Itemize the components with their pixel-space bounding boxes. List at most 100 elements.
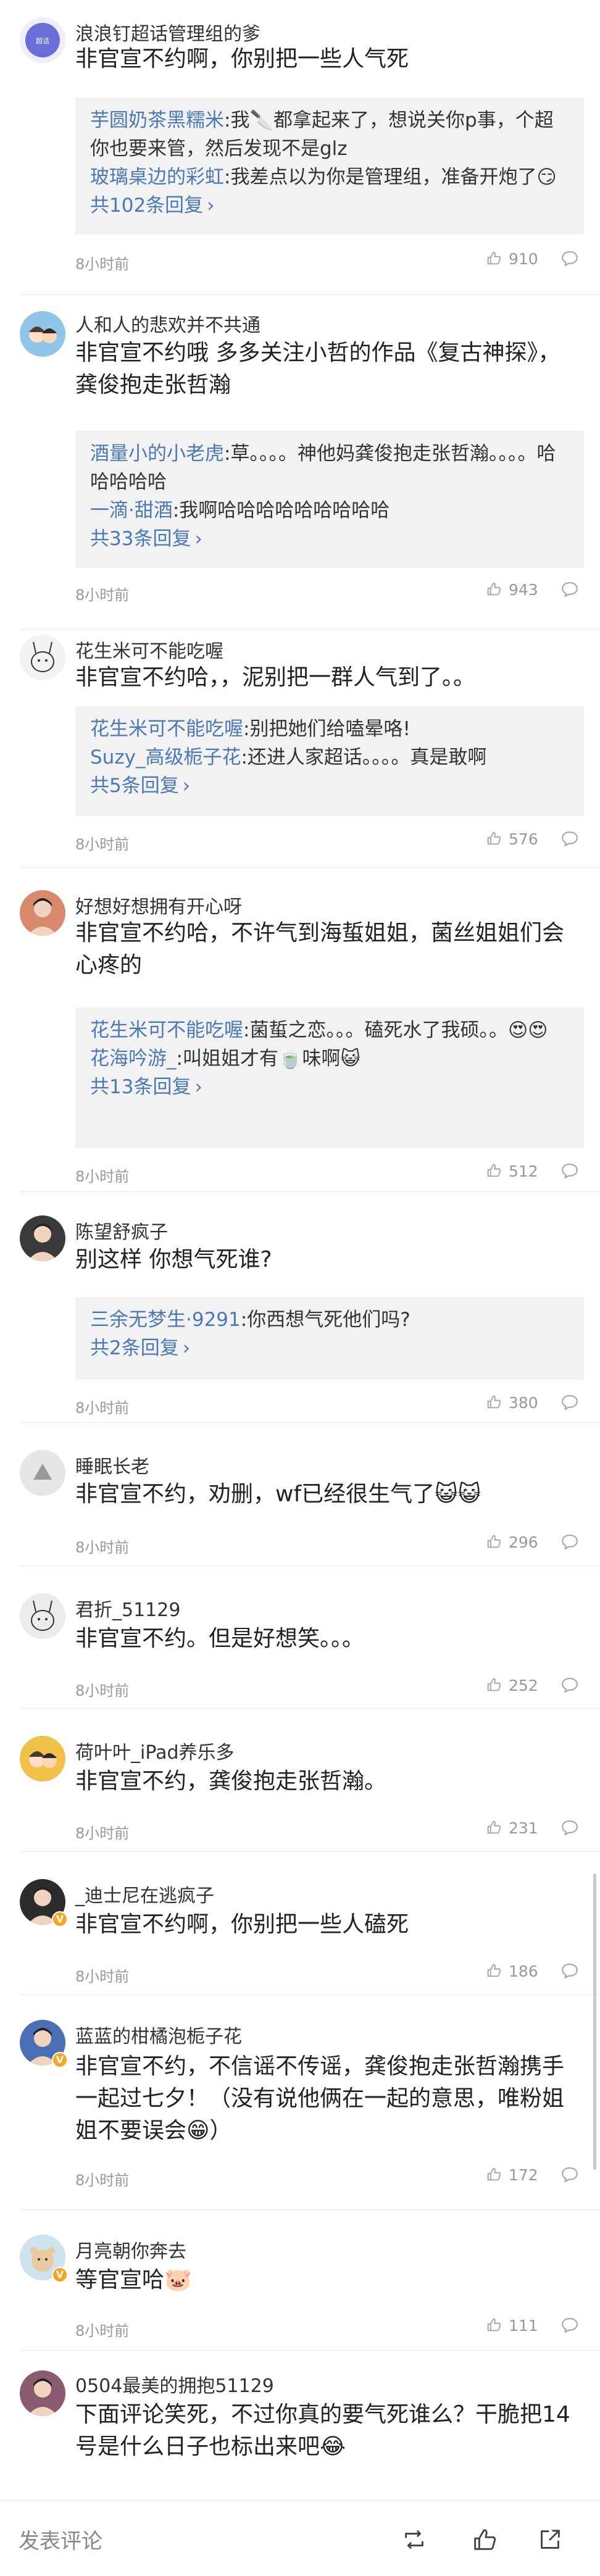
cartoon-avatar-icon[interactable] [20, 1736, 65, 1782]
comment-time: 8小时前 [75, 1539, 130, 1556]
like-button[interactable]: 512 [485, 1162, 538, 1180]
cat-sketch-avatar-icon[interactable] [20, 1593, 65, 1639]
comment-username[interactable]: _迪士尼在逃疯子 [75, 1880, 214, 1907]
reply-button[interactable] [560, 1819, 579, 1838]
like-button[interactable]: 576 [485, 830, 538, 848]
reply-button[interactable] [560, 1393, 579, 1413]
scrollbar[interactable] [593, 1874, 596, 2170]
thumbs-up-icon[interactable] [470, 2525, 499, 2554]
like-count: 576 [509, 830, 538, 848]
reply-username[interactable]: 酒量小的小老虎 [90, 443, 224, 465]
portrait-avatar-icon[interactable] [20, 2370, 65, 2416]
comment-username[interactable]: 花生米可不能吃喔 [75, 636, 223, 663]
comment-username[interactable]: 月亮朝你奔去 [75, 2236, 186, 2263]
like-button[interactable]: 943 [485, 580, 538, 599]
like-button[interactable]: 172 [485, 2165, 538, 2184]
reply-item: Suzy_高级栀子花:还进人家超话。。。。真是敢啊 [90, 743, 570, 772]
more-replies-link[interactable]: 共33条回复 › [90, 525, 570, 553]
thumbs-up-icon [485, 250, 509, 268]
more-replies-link[interactable]: 共5条回复 › [90, 772, 570, 800]
svg-text:超话: 超话 [36, 36, 49, 45]
reply-username[interactable]: 芋圆奶茶黑糯米 [90, 109, 224, 131]
comment-username[interactable]: 蓝蓝的柑橘泡栀子花 [75, 2021, 242, 2048]
weibo-admin-avatar-icon[interactable]: 超话 [20, 17, 65, 63]
reply-button[interactable] [560, 1962, 579, 1982]
reply-button[interactable] [560, 830, 579, 849]
reply-button[interactable] [560, 1676, 579, 1696]
reply-button[interactable] [560, 2165, 579, 2185]
thumbs-up-icon [485, 2166, 509, 2184]
reply-username[interactable]: 花海吟游_ [90, 1048, 177, 1070]
cartoon-couple-avatar-icon[interactable] [20, 311, 65, 357]
like-button[interactable]: 252 [485, 1676, 538, 1694]
reply-item: 花生米可不能吃喔:别把她们给嗑晕咯! [90, 715, 570, 743]
reply-button[interactable] [560, 580, 579, 600]
reply-username[interactable]: 花生米可不能吃喔 [90, 1019, 243, 1041]
more-replies-link[interactable]: 共2条回复 › [90, 1334, 570, 1362]
comment-bubble-icon [560, 2167, 579, 2185]
comment-text: 别这样 你想气死谁? [75, 1247, 272, 1272]
reply-button[interactable] [560, 2316, 579, 2336]
thumbs-up-icon [485, 581, 509, 599]
comment-text: 非官宣不约，劝删，wf已经很生气了😺😺 [75, 1482, 481, 1507]
comment-username[interactable]: 荷叶叶_iPad养乐多 [75, 1737, 235, 1764]
share-icon[interactable] [536, 2525, 564, 2554]
reply-button[interactable] [560, 1533, 579, 1553]
comment-username[interactable]: 0504最美的拥抱51129 [75, 2370, 274, 2398]
comment-text: 下面评论笑死，不过你真的要气死谁么？干脆把14号是什么日子也标出来吧😂 [75, 2402, 570, 2459]
comment-username[interactable]: 人和人的悲欢并不共通 [75, 310, 260, 337]
portrait-avatar-icon[interactable] [20, 890, 65, 936]
reply-preview-box[interactable]: 芋圆奶茶黑糯米:我🔪都拿起来了，想说关你p事，个超你也要来管，然后发现不是glz… [75, 98, 584, 235]
like-button[interactable]: 186 [485, 1962, 538, 1980]
more-replies-label: 共5条回复 [90, 775, 179, 797]
comment-username[interactable]: 陈望舒疯子 [75, 1217, 168, 1244]
comment-bubble-icon [560, 1820, 579, 1838]
default-triangle-avatar-icon[interactable] [20, 1450, 65, 1496]
reply-preview-box[interactable]: 三余无梦生·9291:你西想气死他们吗? 共2条回复 › [75, 1297, 584, 1380]
thumbs-up-icon [485, 2317, 509, 2335]
reply-username[interactable]: 三余无梦生·9291 [90, 1309, 241, 1331]
comment-username[interactable]: 君折_51129 [75, 1594, 180, 1622]
reply-username[interactable]: 一滴·甜酒 [90, 499, 173, 522]
divider [20, 629, 600, 630]
comment-text: 非官宣不约哈，，泥别把一群人气到了。。 [75, 665, 476, 690]
like-button[interactable]: 111 [485, 2316, 538, 2335]
comment-input[interactable]: 发表评论 [19, 2524, 102, 2554]
reply-text: :你西想气死他们吗? [240, 1309, 410, 1331]
reply-text: :还进人家超话。。。。真是敢啊 [241, 746, 487, 769]
reply-preview-box[interactable]: 酒量小的小老虎:草。。。。神他妈龚俊抱走张哲瀚。。。。哈哈哈哈哈 一滴·甜酒:我啊… [75, 431, 584, 568]
like-count: 186 [509, 1962, 538, 1980]
chevron-right-icon: › [194, 528, 202, 550]
reply-item: 芋圆奶茶黑糯米:我🔪都拿起来了，想说关你p事，个超你也要来管，然后发现不是glz [90, 106, 570, 163]
reply-username[interactable]: 玻璃桌边的彩虹 [90, 166, 224, 188]
like-button[interactable]: 910 [485, 249, 538, 268]
dark-photo-avatar-icon[interactable] [20, 1215, 65, 1261]
reply-item: 酒量小的小老虎:草。。。。神他妈龚俊抱走张哲瀚。。。。哈哈哈哈哈 [90, 440, 570, 496]
repost-icon[interactable] [400, 2525, 428, 2554]
comment-username[interactable]: 浪浪钉超话管理组的爹 [75, 19, 260, 46]
divider [20, 2209, 600, 2210]
comment-bubble-icon [560, 1677, 579, 1696]
reply-text: :别把她们给嗑晕咯! [243, 718, 410, 740]
verified-badge-icon: V [52, 2267, 68, 2283]
reply-username[interactable]: Suzy_高级栀子花 [90, 746, 241, 769]
more-replies-link[interactable]: 共13条回复 › [90, 1073, 570, 1101]
comment-bubble-icon [560, 581, 579, 600]
reply-button[interactable] [560, 249, 579, 269]
reply-button[interactable] [560, 1162, 579, 1182]
comment-username[interactable]: 睡眠长老 [75, 1451, 149, 1478]
bunny-sketch-avatar-icon[interactable] [20, 635, 65, 680]
like-count: 252 [509, 1677, 538, 1694]
comment-username[interactable]: 好想好想拥有开心呀 [75, 891, 242, 919]
like-button[interactable]: 296 [485, 1533, 538, 1551]
reply-text: :叫姐姐才有🍵味啊😺 [176, 1048, 360, 1070]
like-button[interactable]: 380 [485, 1393, 538, 1412]
comment-text: 非官宣不约，龚俊抱走张哲瀚。 [75, 1769, 387, 1794]
reply-preview-box[interactable]: 花生米可不能吃喔:菌蜇之恋。。。磕死水了我硕。。😍😍 花海吟游_:叫姐姐才有🍵味啊… [75, 1007, 584, 1148]
reply-username[interactable]: 花生米可不能吃喔 [90, 718, 243, 740]
reply-preview-box[interactable]: 花生米可不能吃喔:别把她们给嗑晕咯! Suzy_高级栀子花:还进人家超话。。。。真… [75, 706, 584, 816]
divider [20, 1422, 600, 1423]
more-replies-link[interactable]: 共102条回复 › [90, 191, 570, 220]
like-button[interactable]: 231 [485, 1819, 538, 1837]
comment-bubble-icon [560, 831, 579, 849]
